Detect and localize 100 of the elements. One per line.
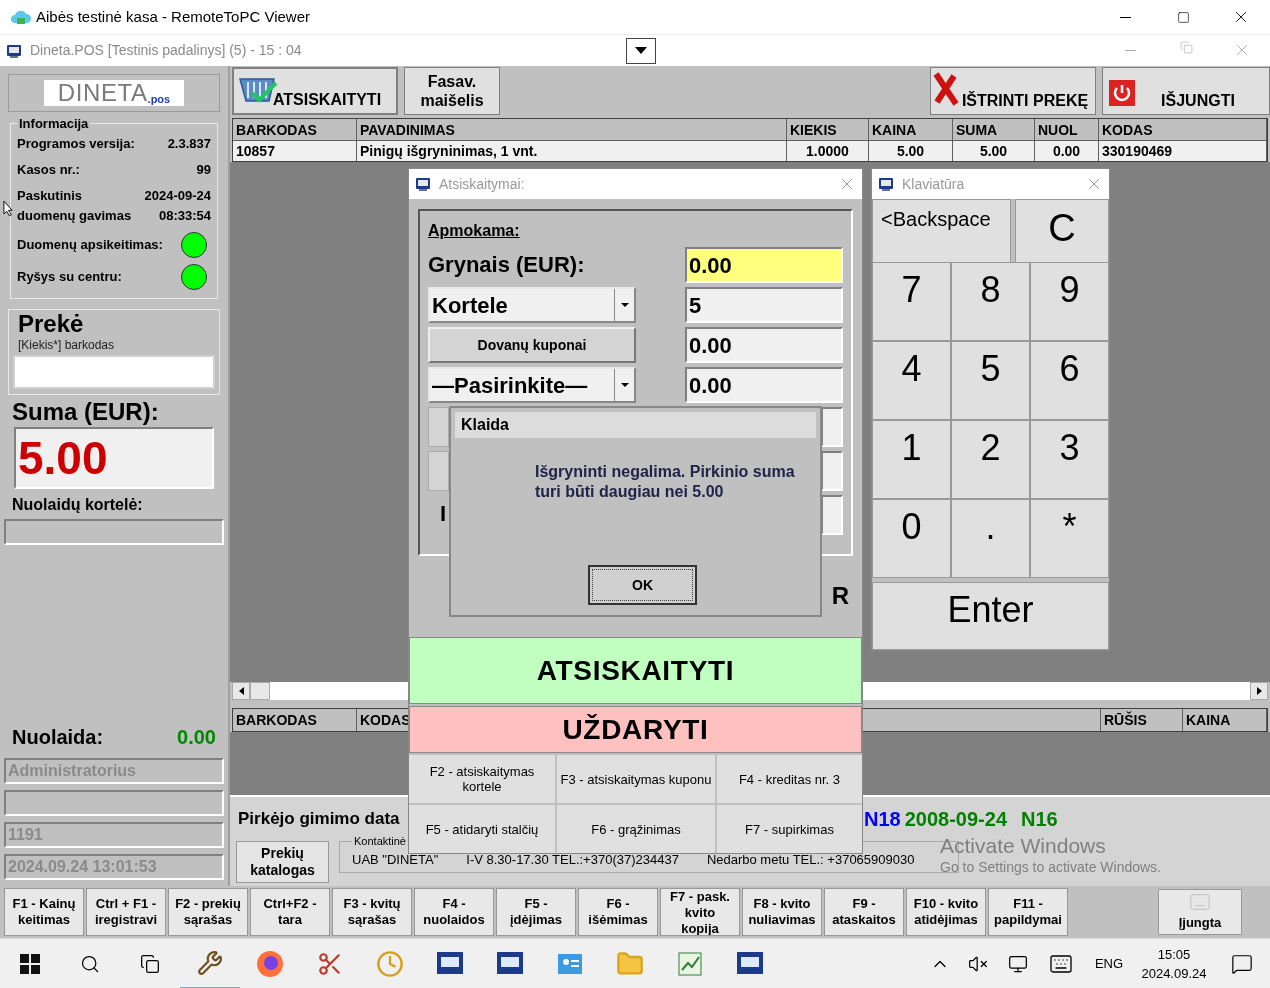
- function-key-button[interactable]: F4 - nuolaidos: [414, 888, 494, 936]
- table-cell: 10857: [233, 141, 357, 161]
- digit-key[interactable]: *: [1030, 499, 1109, 578]
- language-indicator[interactable]: ENG: [1084, 953, 1134, 974]
- info-value: 2024-09-24 08:33:54: [144, 186, 211, 225]
- info-label: Kasos nr.:: [17, 160, 80, 179]
- function-key-button[interactable]: F2 - prekių sąrašas: [168, 888, 248, 936]
- chart-icon: [676, 949, 704, 978]
- function-key-button[interactable]: Ctrl+F2 - tara: [250, 888, 330, 936]
- digit-key[interactable]: 1: [872, 420, 951, 499]
- keyboard-toggle-button[interactable]: Įjungta: [1158, 889, 1242, 935]
- window-title: Aibės testinė kasa - RemoteToPC Viewer: [36, 6, 310, 27]
- shortcut-button[interactable]: F6 - grąžinimas: [557, 805, 715, 853]
- task-view-icon: [140, 953, 160, 974]
- function-key-button[interactable]: F10 - kvito atidėjimas: [906, 888, 986, 936]
- function-key-button[interactable]: F6 - išėmimas: [578, 888, 658, 936]
- activation-title: Activate Windows: [940, 834, 1107, 858]
- digit-key[interactable]: 2: [951, 420, 1030, 499]
- column-header: BARKODAS: [233, 119, 357, 141]
- function-key-button[interactable]: F1 - Kainų keitimas: [4, 888, 84, 936]
- payment-select[interactable]: —Pasirinkite—: [428, 367, 636, 403]
- shortcut-button[interactable]: F4 - kreditas nr. 3: [717, 755, 862, 803]
- column-header: RŪŠIS: [1101, 709, 1183, 731]
- contact-text: UAB "DINETA": [352, 850, 439, 869]
- shortcut-button[interactable]: F2 - atsiskaitymas kortele: [409, 755, 555, 803]
- app-icon: [415, 176, 431, 192]
- function-key-button[interactable]: F3 - kvitų sąrašas: [332, 888, 412, 936]
- item-title: Prekė: [17, 309, 85, 338]
- digit-key[interactable]: .: [951, 499, 1030, 578]
- table-cell: Pinigų išgryninimas, 1 vnt.: [357, 141, 787, 161]
- logo: DINETA.pos: [44, 80, 184, 106]
- item-hint: [Kiekis*] barkodas: [17, 337, 116, 352]
- search-icon: [80, 953, 100, 974]
- amount-field: 0.00: [685, 327, 843, 363]
- digit-key[interactable]: 7: [872, 262, 951, 341]
- contact-text: Nedarbo metu TEL.: +37065909030: [706, 850, 915, 869]
- group-legend: Informacija: [17, 114, 91, 134]
- info-value: 99: [196, 160, 211, 179]
- maximize-icon: [1176, 10, 1190, 24]
- payment-label: R: [831, 581, 849, 611]
- digit-key[interactable]: 3: [1030, 420, 1109, 499]
- table-cell: 330190469: [1099, 141, 1267, 161]
- scissors-icon: [317, 950, 343, 977]
- column-header: PAVADINIMAS: [357, 119, 787, 141]
- scroll-left-button[interactable]: [232, 682, 250, 700]
- shortcut-button[interactable]: F7 - supirkimas: [717, 805, 862, 853]
- digit-key[interactable]: 8: [951, 262, 1030, 341]
- digit-key[interactable]: 6: [1030, 341, 1109, 420]
- dropdown-button[interactable]: [626, 37, 656, 64]
- status-label: Duomenų apsikeitimas:: [17, 235, 163, 254]
- catalog-button[interactable]: Prekių katalogas: [236, 841, 329, 883]
- info-label: Programos versija:: [17, 134, 135, 153]
- info-value: 2.3.837: [167, 134, 211, 153]
- digit-key[interactable]: 9: [1030, 262, 1109, 341]
- toolbar-button[interactable]: ATSISKAITYTI: [232, 67, 398, 115]
- left-triangle-icon: [238, 687, 244, 695]
- clock-date: 2024.09.24: [1141, 964, 1207, 983]
- shortcut-button[interactable]: F5 - atidaryti stalčių: [409, 805, 555, 853]
- function-key-button[interactable]: F8 - kvito nuliavimas: [742, 888, 822, 936]
- gift-vouchers-button[interactable]: Dovanų kuponai: [428, 327, 636, 363]
- function-key-button[interactable]: F11 - papildymai: [988, 888, 1068, 936]
- network-icon: [1008, 953, 1028, 974]
- table-cell: 5.00: [953, 141, 1035, 161]
- age-tag: N16: [1021, 804, 1058, 834]
- toolbar-button[interactable]: IŠTRINTI PREKĘ: [930, 67, 1096, 115]
- scroll-right-button[interactable]: [1250, 682, 1268, 700]
- function-key-button[interactable]: F5 - įdėjimas: [496, 888, 576, 936]
- group-legend: Kontaktinė: [352, 833, 408, 850]
- function-key-button[interactable]: F7 - pask. kvito kopija: [660, 888, 740, 936]
- ok-button[interactable]: OK: [588, 565, 697, 605]
- toolbar-button[interactable]: IŠJUNGTI: [1102, 67, 1270, 115]
- restore-icon: [1179, 40, 1193, 54]
- digit-key[interactable]: 5: [951, 341, 1030, 420]
- clock[interactable]: 15:05 2024.09.24: [1134, 944, 1214, 983]
- discount-value: 0.00: [177, 725, 216, 750]
- dialog-title: Atsiskaitymai:: [439, 174, 525, 194]
- digit-key[interactable]: 0: [872, 499, 951, 578]
- dialog-title: Klaida: [461, 415, 509, 435]
- digit-key[interactable]: 4: [872, 341, 951, 420]
- barcode-field[interactable]: [13, 354, 215, 389]
- total-display: 5.00: [14, 426, 214, 489]
- amount-field: 0.00: [685, 247, 843, 283]
- folder-icon: [616, 949, 644, 978]
- dropdown-arrow-icon: [635, 47, 647, 54]
- close-dialog-button[interactable]: UŽDARYTI: [409, 706, 862, 753]
- shortcut-button[interactable]: F3 - atsiskaitymas kuponu: [557, 755, 715, 803]
- function-key-button[interactable]: F9 - ataskaitos: [824, 888, 904, 936]
- status-label: Ryšys su centru:: [17, 267, 122, 286]
- table-cell: 1.0000: [787, 141, 869, 161]
- cloud-icon: [10, 9, 32, 25]
- activation-text: Go to Settings to activate Windows.: [940, 858, 1161, 876]
- payment-select[interactable]: Kortele: [428, 287, 636, 323]
- enter-key[interactable]: Enter: [872, 582, 1109, 650]
- toolbar-button[interactable]: Fasav. maišelis: [404, 67, 500, 115]
- payment-heading: Apmokama:: [428, 221, 521, 241]
- scroll-thumb[interactable]: [250, 682, 270, 700]
- function-key-button[interactable]: Ctrl + F1 - iregistravi: [86, 888, 166, 936]
- pay-button[interactable]: ATSISKAITYTI: [409, 637, 862, 704]
- age-tag: N18: [864, 804, 901, 834]
- table-cell: 5.00: [869, 141, 953, 161]
